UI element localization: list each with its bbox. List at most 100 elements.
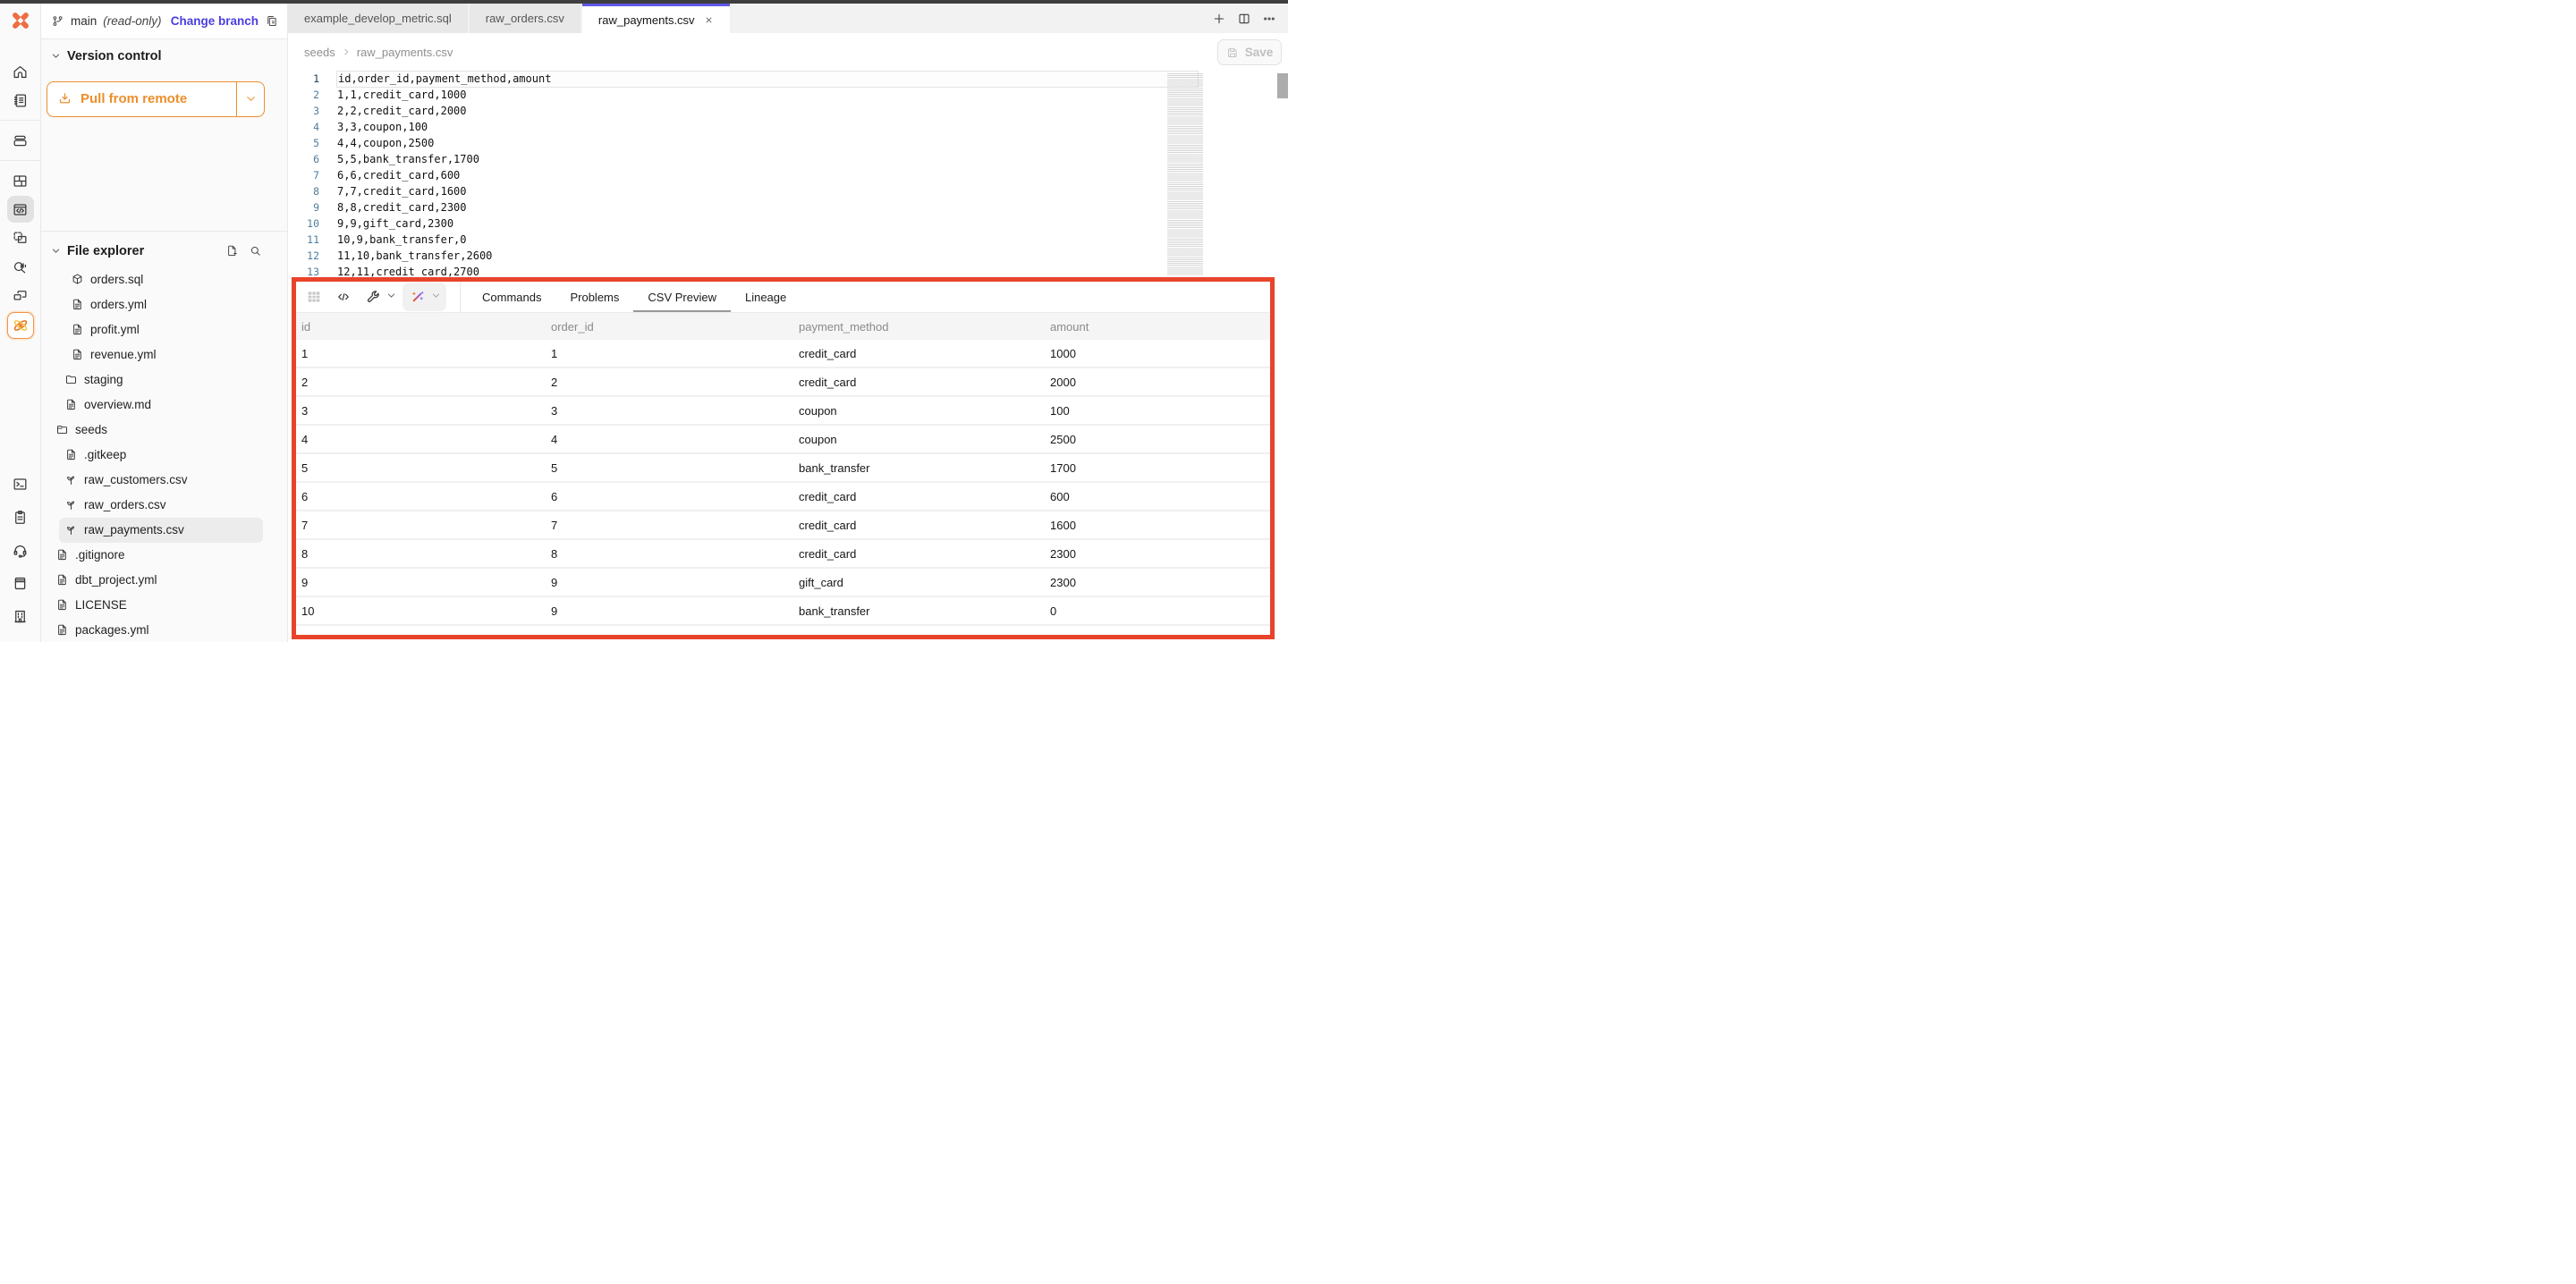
file-item-raw_payments.csv[interactable]: raw_payments.csv bbox=[59, 518, 263, 543]
close-icon[interactable] bbox=[704, 15, 714, 25]
column-header-amount: amount bbox=[1045, 313, 1270, 340]
atom-icon[interactable] bbox=[7, 312, 34, 339]
tab-example_develop_metric.sql[interactable]: example_develop_metric.sql bbox=[288, 4, 468, 33]
panel-tab-Commands[interactable]: Commands bbox=[482, 282, 541, 312]
file-name: raw_payments.csv bbox=[84, 523, 184, 536]
cell-order_id: 3 bbox=[546, 397, 793, 424]
table-row-1: 11credit_card1000 bbox=[296, 340, 1270, 368]
tab-label: raw_payments.csv bbox=[598, 13, 695, 27]
file-item-LICENSE[interactable]: LICENSE bbox=[50, 593, 263, 618]
organization-icon[interactable] bbox=[7, 604, 34, 630]
clipboard-icon[interactable] bbox=[7, 504, 34, 531]
search-icon[interactable] bbox=[249, 244, 262, 258]
file-icon bbox=[55, 573, 69, 587]
file-name: staging bbox=[84, 373, 123, 386]
csv-preview-panel: CommandsProblemsCSV PreviewLineage idord… bbox=[292, 277, 1275, 639]
dashboard-icon[interactable] bbox=[7, 167, 34, 194]
breadcrumb-folder: seeds bbox=[304, 46, 335, 59]
cell-order_id: 8 bbox=[546, 540, 793, 567]
docs-icon[interactable] bbox=[7, 570, 34, 597]
split-view-icon[interactable] bbox=[1237, 12, 1251, 26]
file-item-.gitkeep[interactable]: .gitkeep bbox=[59, 443, 263, 468]
file-item-.gitignore[interactable]: .gitignore bbox=[50, 543, 263, 568]
minimap[interactable] bbox=[1167, 73, 1203, 275]
file-item-overview.md[interactable]: overview.md bbox=[59, 393, 263, 418]
insights-icon[interactable] bbox=[7, 253, 34, 280]
result-table-icon[interactable] bbox=[302, 285, 326, 308]
pull-options-caret[interactable] bbox=[236, 82, 264, 116]
cell-payment_method: bank_transfer bbox=[793, 597, 1045, 624]
tab-raw_payments.csv[interactable]: raw_payments.csv bbox=[582, 4, 730, 33]
cell-order_id: 10 bbox=[546, 626, 793, 639]
file-item-orders.sql[interactable]: orders.sql bbox=[65, 267, 263, 292]
editor-line-2: 21,1,credit_card,1000 bbox=[288, 87, 1288, 103]
cell-amount: 2000 bbox=[1045, 368, 1270, 395]
dbt-logo-icon[interactable] bbox=[9, 9, 32, 32]
line-number: 10 bbox=[288, 217, 330, 230]
archive-icon[interactable] bbox=[7, 127, 34, 154]
panel-tab-CSV Preview[interactable]: CSV Preview bbox=[648, 282, 716, 312]
folder-icon bbox=[64, 373, 78, 386]
file-item-raw_orders.csv[interactable]: raw_orders.csv bbox=[59, 493, 263, 518]
file-explorer-header[interactable]: File explorer bbox=[40, 242, 287, 260]
line-text: 3,3,coupon,100 bbox=[330, 120, 1199, 135]
branch-mode: (read-only) bbox=[103, 14, 161, 28]
file-icon bbox=[64, 398, 78, 411]
cell-payment_method: coupon bbox=[793, 426, 1045, 452]
panel-tab-Lineage[interactable]: Lineage bbox=[745, 282, 786, 312]
csv-table-body: 11credit_card100022credit_card200033coup… bbox=[296, 340, 1270, 639]
windows-icon[interactable] bbox=[7, 282, 34, 308]
version-control-header[interactable]: Version control bbox=[40, 47, 287, 65]
cell-id: 4 bbox=[296, 426, 546, 452]
line-number: 1 bbox=[288, 72, 330, 85]
table-row-2: 22credit_card2000 bbox=[296, 368, 1270, 397]
file-explorer-title: File explorer bbox=[67, 244, 144, 258]
line-text: 2,2,credit_card,2000 bbox=[330, 104, 1199, 119]
home-icon[interactable] bbox=[7, 58, 34, 85]
change-branch-link[interactable]: Change branch bbox=[171, 14, 258, 28]
folder-open-icon bbox=[55, 423, 69, 436]
file-item-raw_customers.csv[interactable]: raw_customers.csv bbox=[59, 468, 263, 493]
table-row-5: 55bank_transfer1700 bbox=[296, 454, 1270, 483]
file-item-dbt_project.yml[interactable]: dbt_project.yml bbox=[50, 568, 263, 593]
copy-icon[interactable] bbox=[265, 14, 278, 28]
new-file-icon[interactable] bbox=[225, 244, 239, 258]
code-editor[interactable]: 1id,order_id,payment_method,amount21,1,c… bbox=[288, 71, 1288, 281]
cell-payment_method: bank_transfer bbox=[793, 454, 1045, 481]
file-item-packages.yml[interactable]: packages.yml bbox=[50, 618, 263, 642]
code-editor-icon[interactable] bbox=[7, 196, 34, 223]
file-item-profit.yml[interactable]: profit.yml bbox=[65, 317, 263, 342]
cell-id: 11 bbox=[296, 626, 546, 639]
more-options-icon[interactable] bbox=[1262, 12, 1276, 26]
file-item-revenue.yml[interactable]: revenue.yml bbox=[65, 342, 263, 367]
file-icon bbox=[71, 348, 84, 361]
ai-assist-dropdown[interactable] bbox=[402, 283, 446, 311]
cell-amount: 2500 bbox=[1045, 426, 1270, 452]
file-item-staging[interactable]: staging bbox=[59, 367, 263, 393]
table-row-9: 99gift_card2300 bbox=[296, 569, 1270, 597]
line-text: 10,9,bank_transfer,0 bbox=[330, 232, 1199, 248]
canvas-icon[interactable] bbox=[7, 224, 34, 251]
file-name: packages.yml bbox=[75, 623, 149, 637]
line-number: 2 bbox=[288, 89, 330, 101]
line-number: 5 bbox=[288, 137, 330, 149]
save-button[interactable]: Save bbox=[1217, 39, 1282, 65]
cell-id: 8 bbox=[296, 540, 546, 567]
seed-icon bbox=[64, 473, 78, 486]
terminal-icon[interactable] bbox=[7, 471, 34, 498]
editor-scrollbar-thumb[interactable] bbox=[1277, 73, 1288, 98]
notebook-icon[interactable] bbox=[7, 87, 34, 114]
headset-icon[interactable] bbox=[7, 537, 34, 564]
panel-tab-Problems[interactable]: Problems bbox=[570, 282, 619, 312]
file-item-orders.yml[interactable]: orders.yml bbox=[65, 292, 263, 317]
line-number: 11 bbox=[288, 233, 330, 246]
cell-id: 10 bbox=[296, 597, 546, 624]
compiled-code-icon[interactable] bbox=[332, 285, 355, 308]
build-tools-dropdown[interactable] bbox=[361, 285, 396, 308]
icon-rail bbox=[0, 4, 41, 642]
new-tab-plus-icon[interactable] bbox=[1212, 12, 1226, 26]
tab-raw_orders.csv[interactable]: raw_orders.csv bbox=[470, 4, 580, 33]
cell-id: 7 bbox=[296, 511, 546, 538]
pull-from-remote-button[interactable]: Pull from remote bbox=[47, 81, 265, 117]
file-item-seeds[interactable]: seeds bbox=[50, 418, 263, 443]
